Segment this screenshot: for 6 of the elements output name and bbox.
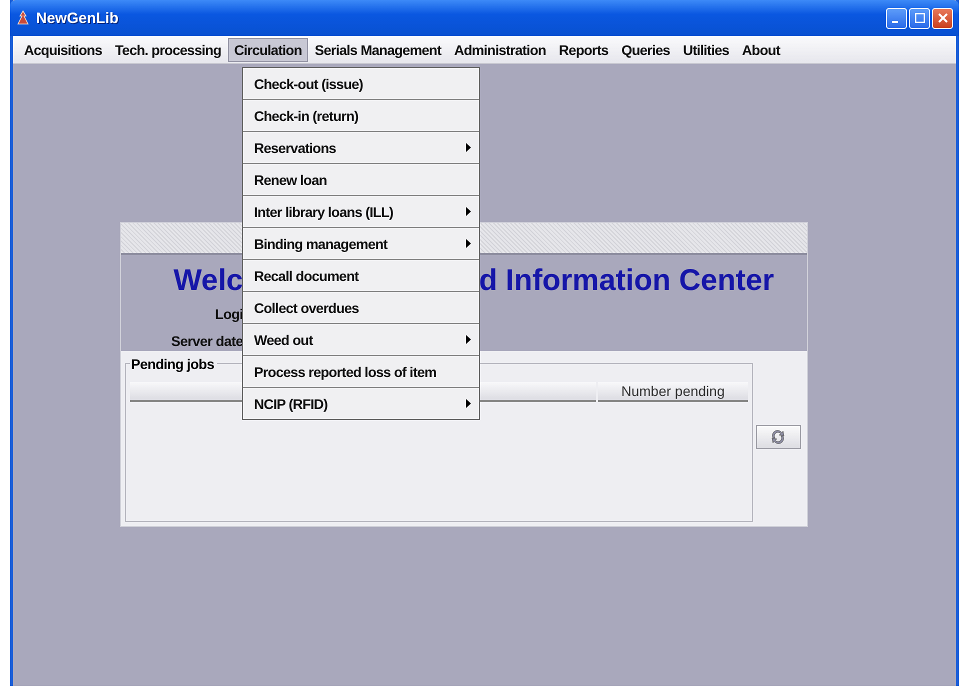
server-date-label: Server date bbox=[171, 332, 243, 351]
login-label: Logi bbox=[215, 305, 243, 324]
panel-title: Pending jobs bbox=[130, 356, 218, 372]
welcome-heading: Welc bbox=[174, 263, 243, 299]
window-title: NewGenLib bbox=[36, 10, 119, 26]
welcome-heading: d Information Center bbox=[479, 264, 774, 297]
